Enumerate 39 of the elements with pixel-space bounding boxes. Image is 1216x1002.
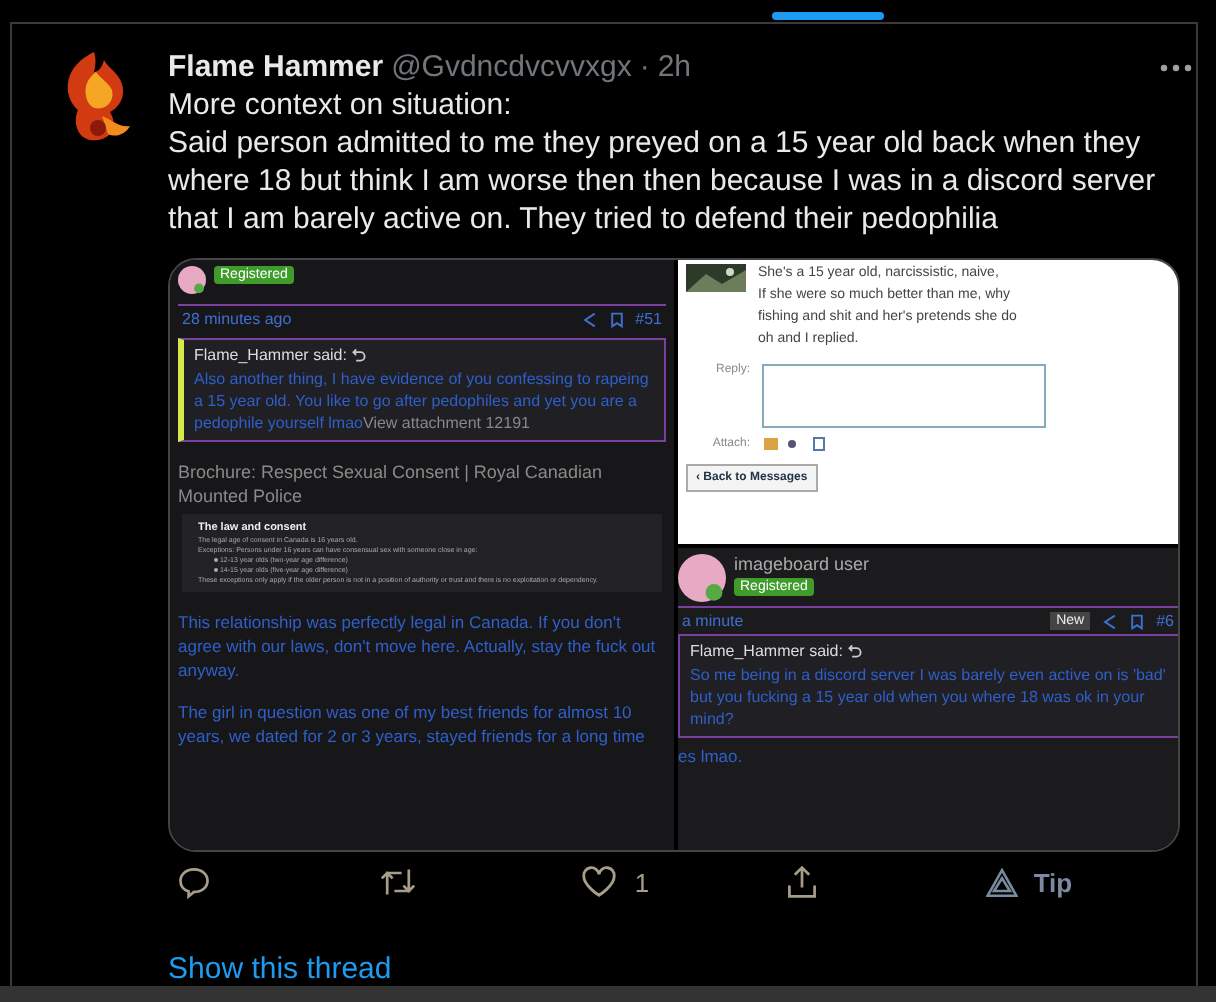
quote-author: Flame_Hammer said: xyxy=(690,642,843,661)
username: imageboard user xyxy=(734,554,870,575)
avatar-icon xyxy=(178,266,206,295)
tweet-text: More context on situation: xyxy=(168,86,514,125)
triangle-logo-icon[interactable] xyxy=(985,867,1018,898)
show-thread-link[interactable]: Show this thread xyxy=(168,952,1180,986)
post-number: #6 xyxy=(1156,612,1174,631)
link-title: Brochure: Respect Sexual Consent | Royal Canadian Mounted Police xyxy=(178,460,604,509)
tweet-text: Said person admitted to me they preyed on a 15 year old back when they where 18 but think I am worse then then because I was in a discord server that I am barely active on. They tried to defend their pedophilia xyxy=(168,124,1158,239)
post-time: 28 minutes ago xyxy=(182,310,292,329)
tab-indicator xyxy=(772,12,884,20)
bookmark-icon[interactable] xyxy=(609,311,624,328)
like-count: 1 xyxy=(634,867,650,898)
author-handle[interactable]: @Gvdncdvcvvxgx xyxy=(391,50,632,85)
share-icon[interactable] xyxy=(783,864,820,901)
attach-icons[interactable] xyxy=(762,436,830,453)
reply-arrow-icon xyxy=(848,644,863,659)
tweet-time[interactable]: 2h xyxy=(657,50,692,85)
reply-icon[interactable] xyxy=(176,864,212,901)
reply-arrow-icon xyxy=(352,348,367,363)
tip-label[interactable]: Tip xyxy=(1033,867,1073,898)
reply-field[interactable] xyxy=(762,364,1046,429)
more-icon[interactable] xyxy=(1160,63,1192,72)
bookmark-icon[interactable] xyxy=(1130,613,1145,630)
separator-dot: · xyxy=(639,50,650,85)
post-text: This relationship was perfectly legal in Canada. If you don't agree with our laws, don't move here. Actually, stay the fuck out anyway. xyxy=(178,610,658,683)
quote-author: Flame_Hammer said: xyxy=(194,346,347,365)
share-icon[interactable] xyxy=(1102,613,1119,630)
avatar-icon xyxy=(678,554,726,603)
post-text: es lmao. xyxy=(678,744,745,769)
share-icon[interactable] xyxy=(581,311,598,328)
retweet-icon[interactable] xyxy=(378,864,419,901)
quote-text: Also another thing, I have evidence of you confessing to rapeing a 15 year old. You like to go after pedophiles and yet you are a pedophile yourself lmaoView attachment 12191 xyxy=(194,368,651,435)
author-name[interactable]: Flame Hammer xyxy=(168,50,384,85)
post-text: The girl in question was one of my best friends for almost 10 years, we dated for 2 or 3 years, stayed friends for a long time xyxy=(178,700,647,749)
post-number: #51 xyxy=(635,310,662,329)
quote-text: So me being in a discord server I was barely even active on is 'bad' but you fucking a 15 year old when you where 18 was ok in your mind? xyxy=(690,664,1168,731)
post-time: a minute xyxy=(682,612,744,631)
heart-icon[interactable] xyxy=(580,864,619,901)
